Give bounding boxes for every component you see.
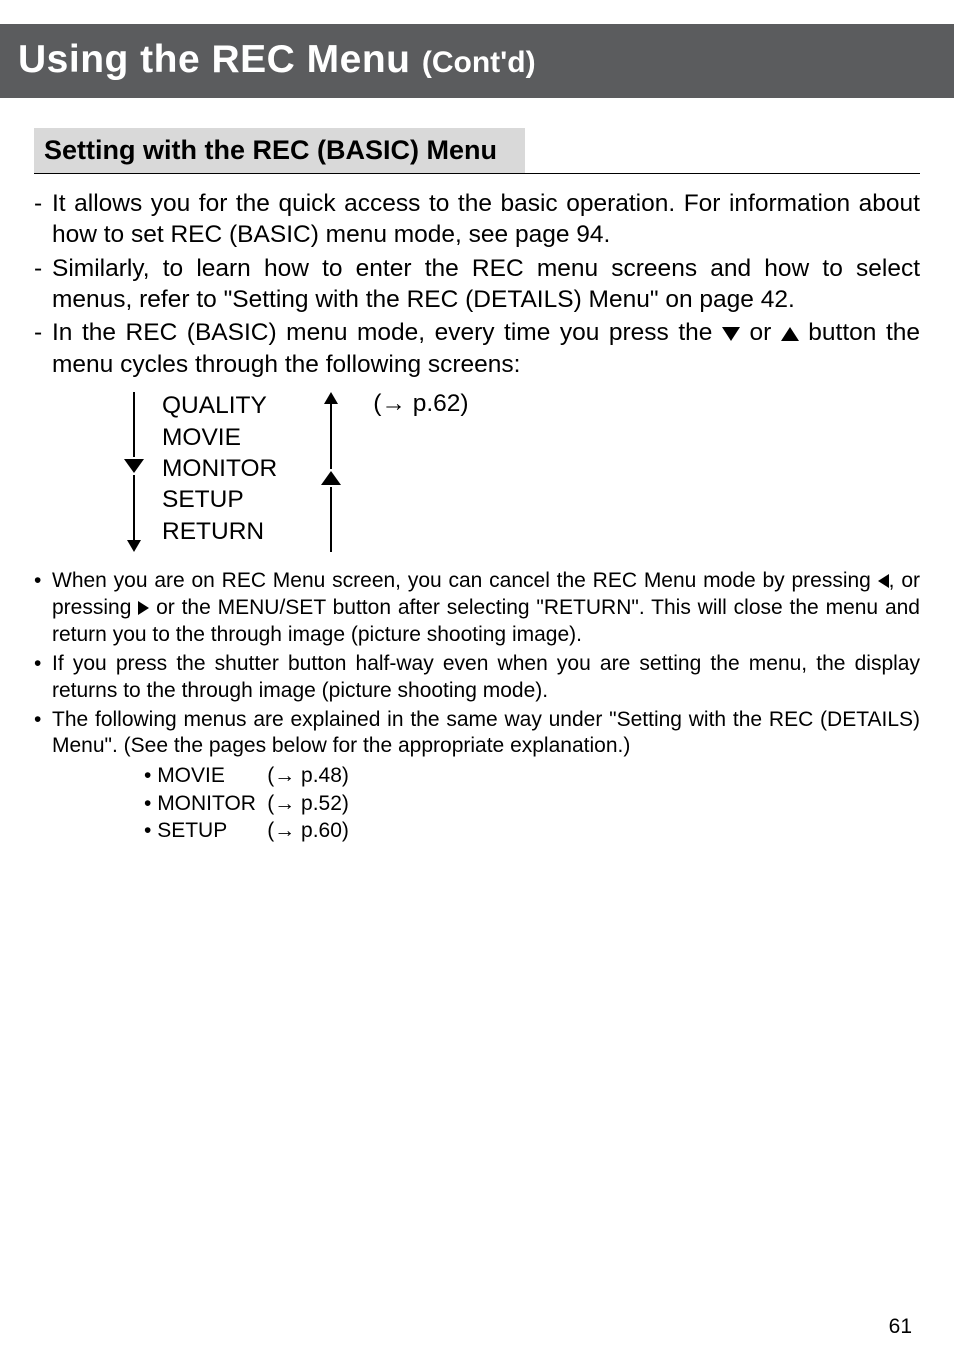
down-triangle-icon [722,327,740,341]
sub-bullet-item: • SETUP(→ p.60) [144,817,920,844]
right-triangle-icon [138,601,149,615]
page-title-sub: (Cont'd) [422,46,536,79]
intro-paragraphs: - It allows you for the quick access to … [34,188,920,380]
dash-marker: - [34,317,52,380]
sub-bullet-item: • MOVIE(→ p.48) [144,762,920,789]
bullet-text: The following menus are explained in the… [52,707,920,761]
quality-page-ref: (→ p.62) [373,390,468,418]
bullet-item: • When you are on REC Menu screen, you c… [34,568,920,649]
bullet-text: When you are on REC Menu screen, you can… [52,568,920,649]
menu-items-list: QUALITY MOVIE MONITOR SETUP RETURN [162,390,277,554]
sub-bullet-ref: (→ p.48) [267,762,349,789]
dash-marker: - [34,253,52,316]
page-title-main: Using the REC Menu [18,38,422,81]
arrowhead-up-icon [324,392,338,404]
bullet-marker: • [34,707,52,761]
sub-bullet-label: SETUP [157,817,267,844]
intro-item: - It allows you for the quick access to … [34,188,920,251]
notes-bullets: • When you are on REC Menu screen, you c… [34,568,920,760]
arrow-line [330,404,332,469]
sub-bullet-ref: (→ p.60) [267,817,349,844]
sub-bullet-label: MONITOR [157,790,267,817]
sub-bullet-item: • MONITOR(→ p.52) [144,790,920,817]
dash-marker: - [34,188,52,251]
page-ref-column: (→ p.62) [321,390,468,554]
page: Using the REC Menu (Cont'd) Setting with… [0,24,954,1369]
sub-bullet-label: MOVIE [157,762,267,789]
bullet-marker: • [34,568,52,649]
left-arrow-column [124,390,144,554]
intro-text: It allows you for the quick access to th… [52,188,920,251]
up-triangle-icon [781,327,799,341]
menu-item: RETURN [162,516,277,547]
arrow-line [133,475,135,540]
content-area: Setting with the REC (BASIC) Menu - It a… [0,98,954,844]
menu-item: MONITOR [162,453,277,484]
sub-bullet-list: • MOVIE(→ p.48) • MONITOR(→ p.52) • SETU… [144,762,920,844]
intro-text: Similarly, to learn how to enter the REC… [52,253,920,316]
up-triangle-icon [321,471,341,485]
bullet-item: • If you press the shutter button half-w… [34,651,920,705]
menu-item: MOVIE [162,422,277,453]
bullet-marker: • [34,651,52,705]
arrowhead-down-icon [127,540,141,552]
subheading-wrap: Setting with the REC (BASIC) Menu [34,128,920,174]
right-arrow-column [321,390,341,554]
bullet-text: If you press the shutter button half-way… [52,651,920,705]
intro-text: In the REC (BASIC) menu mode, every time… [52,317,920,380]
down-triangle-icon [124,459,144,473]
menu-cycle-diagram: QUALITY MOVIE MONITOR SETUP RETURN (→ p.… [124,390,920,554]
arrow-line [133,392,135,457]
menu-item: SETUP [162,484,277,515]
page-number: 61 [889,1315,912,1339]
section-subheading: Setting with the REC (BASIC) Menu [34,128,525,173]
bullet-item: • The following menus are explained in t… [34,707,920,761]
sub-bullet-ref: (→ p.52) [267,790,349,817]
arrow-line [330,487,332,552]
intro-item: - In the REC (BASIC) menu mode, every ti… [34,317,920,380]
title-bar: Using the REC Menu (Cont'd) [0,24,954,98]
intro-item: - Similarly, to learn how to enter the R… [34,253,920,316]
menu-item: QUALITY [162,390,277,421]
left-triangle-icon [878,574,889,588]
